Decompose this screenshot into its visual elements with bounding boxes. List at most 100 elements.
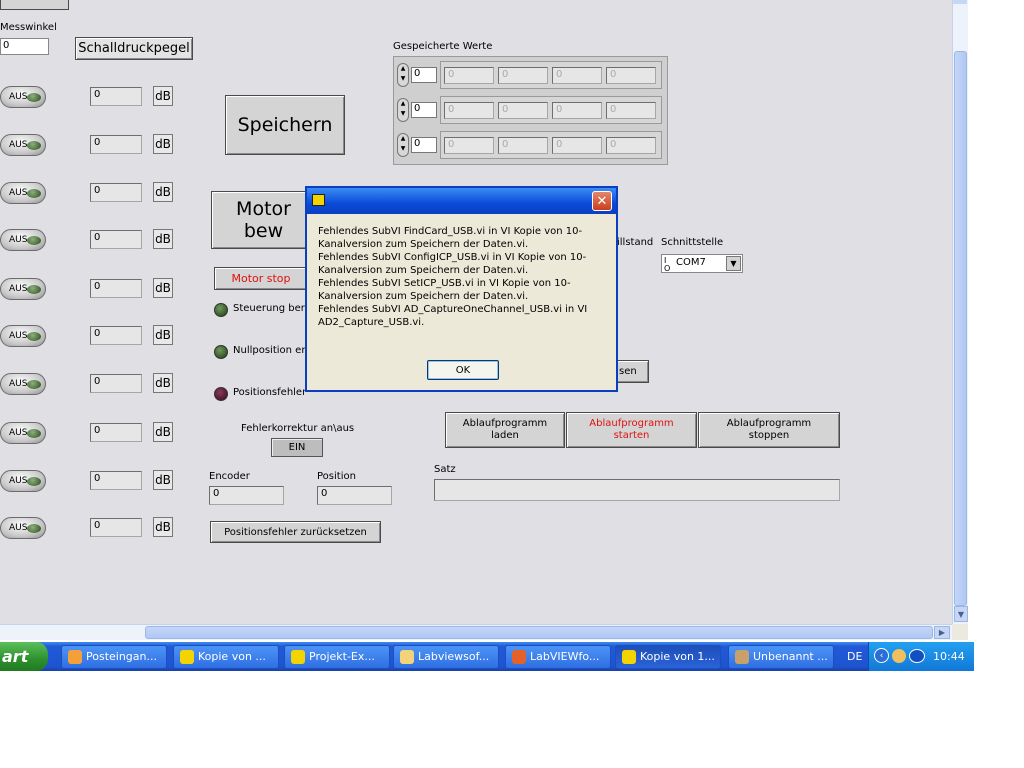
taskbar-item[interactable]: Labviewsof... <box>393 645 499 669</box>
saved-value-cell: 0 <box>498 102 548 119</box>
aus-label: AUS <box>9 331 28 341</box>
toggle-led-icon <box>27 141 41 150</box>
db-unit-label: dB <box>153 134 173 154</box>
array-index-control[interactable]: ▲ ▼ 0 <box>397 131 439 159</box>
labview-icon <box>312 194 325 206</box>
db-unit-label: dB <box>153 470 173 490</box>
aus-toggle-8[interactable]: AUS <box>0 422 46 444</box>
start-button[interactable]: art <box>0 642 48 671</box>
channel-value-2: 0 <box>90 135 142 154</box>
taskbar-item[interactable]: Posteingan... <box>61 645 167 669</box>
channel-value-4: 0 <box>90 230 142 249</box>
scroll-down-icon[interactable]: ▼ <box>954 606 968 622</box>
saved-value-cell: 0 <box>606 102 656 119</box>
taskbar-item-label: Kopie von ... <box>198 650 266 663</box>
messwinkel-input[interactable]: 0 <box>0 38 49 55</box>
channel-value-5: 0 <box>90 279 142 298</box>
aus-label: AUS <box>9 235 28 245</box>
aus-toggle-3[interactable]: AUS <box>0 182 46 204</box>
array-index-value[interactable]: 0 <box>411 137 437 153</box>
clock[interactable]: 10:44 <box>933 650 965 663</box>
saved-value-cell: 0 <box>552 67 602 84</box>
saved-value-cell: 0 <box>606 137 656 154</box>
channel-value-3: 0 <box>90 183 142 202</box>
toggle-led-icon <box>27 524 41 533</box>
taskbar-item[interactable]: Kopie von ... <box>173 645 279 669</box>
scrollbar-thumb[interactable] <box>954 51 967 606</box>
db-unit-label: dB <box>153 229 173 249</box>
aus-toggle-10[interactable]: AUS <box>0 517 46 539</box>
spinner-icon[interactable]: ▲ ▼ <box>397 133 409 157</box>
dialog-titlebar[interactable]: ✕ <box>307 188 616 214</box>
scroll-right-icon[interactable]: ▶ <box>934 626 950 639</box>
aus-toggle-7[interactable]: AUS <box>0 373 46 395</box>
chevron-left-icon[interactable]: ‹ <box>874 648 889 663</box>
saved-row-2: 0000 <box>440 96 662 124</box>
saved-value-cell: 0 <box>498 67 548 84</box>
speichern-button[interactable]: Speichern <box>225 95 345 155</box>
encoder-indicator: 0 <box>209 486 284 505</box>
labview-front-panel: Messwinkel 0 Schalldruckpegel AUS 0 dB AUS 0… <box>0 0 952 624</box>
aus-label: AUS <box>9 379 28 389</box>
taskbar-item[interactable]: Projekt-Ex... <box>284 645 390 669</box>
mail-tray-icon[interactable] <box>892 649 906 663</box>
paint-icon <box>735 650 749 664</box>
vertical-scrollbar[interactable]: ▼ <box>952 0 968 624</box>
scroll-up-icon[interactable] <box>953 0 967 4</box>
array-index-value[interactable]: 0 <box>411 102 437 118</box>
top-partial-button[interactable] <box>0 0 69 10</box>
saved-value-cell: 0 <box>552 102 602 119</box>
db-unit-label: dB <box>153 517 173 537</box>
taskbar-item-label: Projekt-Ex... <box>309 650 375 663</box>
com-value: COM7 <box>676 257 706 268</box>
array-index-control[interactable]: ▲ ▼ 0 <box>397 61 439 89</box>
ablauf-laden-button[interactable]: Ablaufprogramm laden <box>445 412 565 448</box>
schnittstelle-select[interactable]: IO COM7 ▼ <box>661 254 743 273</box>
position-label: Position <box>317 471 356 482</box>
array-index-control[interactable]: ▲ ▼ 0 <box>397 96 439 124</box>
motor-stop-button[interactable]: Motor stop <box>214 267 308 290</box>
taskbar-item[interactable]: LabVIEWfo... <box>505 645 611 669</box>
array-index-value[interactable]: 0 <box>411 67 437 83</box>
ablauf-stoppen-button[interactable]: Ablaufprogramm stoppen <box>698 412 840 448</box>
saved-value-cell: 0 <box>444 137 494 154</box>
aus-toggle-4[interactable]: AUS <box>0 229 46 251</box>
position-indicator: 0 <box>317 486 392 505</box>
taskbar: art Posteingan... Kopie von ... Projekt-Ex… <box>0 642 974 671</box>
channel-value-1: 0 <box>90 87 142 106</box>
labview-icon <box>180 650 194 664</box>
spinner-icon[interactable]: ▲ ▼ <box>397 63 409 87</box>
schnittstelle-label: Schnittstelle <box>661 237 724 248</box>
horizontal-scrollbar[interactable]: ▶ <box>0 624 952 640</box>
db-unit-label: dB <box>153 86 173 106</box>
positionsfehler-zuruecksetzen-button[interactable]: Positionsfehler zurücksetzen <box>210 521 381 543</box>
satz-indicator <box>434 479 840 501</box>
aus-toggle-6[interactable]: AUS <box>0 325 46 347</box>
error-dialog: ✕ Fehlendes SubVI FindCard_USB.vi in VI … <box>305 186 618 392</box>
taskbar-item[interactable]: Unbenannt ... <box>728 645 834 669</box>
resize-grip[interactable] <box>952 624 968 640</box>
nullposition-label: Nullposition err <box>233 345 310 356</box>
saved-value-cell: 0 <box>444 102 494 119</box>
close-icon[interactable]: ✕ <box>592 191 612 211</box>
aus-label: AUS <box>9 284 28 294</box>
motor-bewegen-button[interactable]: Motor bew <box>211 191 311 249</box>
spinner-icon[interactable]: ▲ ▼ <box>397 98 409 122</box>
saved-row-1: 0000 <box>440 61 662 89</box>
ablauf-starten-button[interactable]: Ablaufprogramm starten <box>566 412 697 448</box>
aus-toggle-2[interactable]: AUS <box>0 134 46 156</box>
chevron-down-icon[interactable]: ▼ <box>726 256 741 271</box>
network-tray-icon[interactable] <box>909 649 925 663</box>
h-scrollbar-thumb[interactable] <box>145 626 933 639</box>
aus-toggle-9[interactable]: AUS <box>0 470 46 492</box>
toggle-led-icon <box>27 380 41 389</box>
ein-toggle[interactable]: EIN <box>271 438 323 457</box>
channel-value-7: 0 <box>90 374 142 393</box>
firefox-icon <box>512 650 526 664</box>
aus-toggle-5[interactable]: AUS <box>0 278 46 300</box>
taskbar-item[interactable]: Kopie von 1... <box>615 645 721 669</box>
aus-toggle-1[interactable]: AUS <box>0 86 46 108</box>
ok-button[interactable]: OK <box>427 360 499 380</box>
saved-value-cell: 0 <box>498 137 548 154</box>
language-indicator[interactable]: DE <box>847 650 862 663</box>
